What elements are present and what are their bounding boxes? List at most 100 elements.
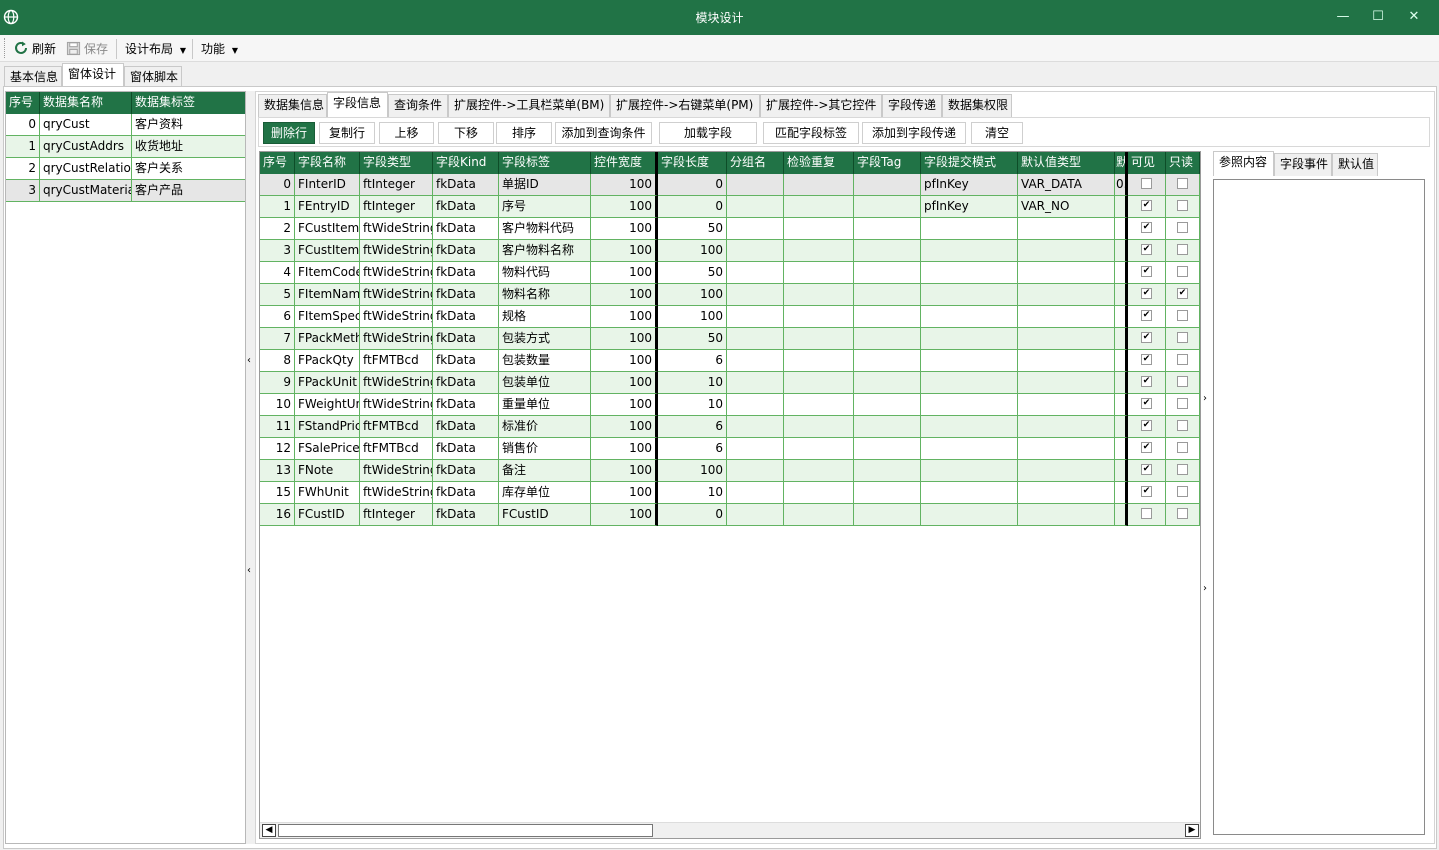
table-row[interactable]: 0 qryCust 客户资料 [6, 114, 245, 136]
inner-tab[interactable]: 扩展控件->右键菜单(PM) [610, 94, 760, 117]
readonly-checkbox[interactable] [1177, 200, 1188, 211]
table-cell[interactable]: fkData [433, 482, 499, 504]
readonly-checkbox[interactable] [1177, 398, 1188, 409]
table-cell[interactable]: ftFMTBcd [360, 438, 433, 460]
table-cell[interactable]: ftWideString [360, 218, 433, 240]
table-cell[interactable]: fkData [433, 174, 499, 196]
checkbox-cell[interactable] [1166, 196, 1200, 218]
table-cell[interactable]: 单据ID [499, 174, 591, 196]
maximize-button[interactable]: ☐ [1361, 0, 1395, 35]
inner-tab[interactable]: 数据集信息 [258, 94, 327, 117]
scrollbar-thumb[interactable] [278, 824, 653, 837]
table-cell[interactable] [1115, 438, 1128, 460]
table-cell[interactable]: ftWideString [360, 306, 433, 328]
readonly-checkbox[interactable] [1177, 508, 1188, 519]
table-cell[interactable] [1115, 350, 1128, 372]
table-row[interactable]: 10FWeightUnitftWideStringfkData重量单位10010… [260, 394, 1200, 416]
column-header[interactable]: 检验重复 [784, 152, 854, 174]
checkbox-cell[interactable] [1166, 372, 1200, 394]
collapse-left-icon[interactable]: ‹ [247, 565, 251, 576]
column-header[interactable]: 数据集名称 [40, 92, 132, 114]
readonly-checkbox[interactable] [1177, 464, 1188, 475]
table-row[interactable]: 13 FNote ftWideString fkData 备注 100 100 ✔ [260, 460, 1200, 482]
table-cell[interactable]: FPackUnit [295, 372, 360, 394]
table-cell[interactable]: 100 [591, 482, 658, 504]
table-cell[interactable]: 100 [591, 438, 658, 460]
table-cell[interactable]: 规格 [499, 306, 591, 328]
action-button[interactable]: 清空 [971, 122, 1023, 144]
table-cell[interactable]: FCustID [499, 504, 591, 526]
action-button[interactable]: 添加到字段传递 [862, 122, 966, 144]
inner-tab[interactable]: 查询条件 [388, 94, 448, 117]
readonly-checkbox[interactable] [1177, 442, 1188, 453]
checkbox-cell[interactable] [1166, 460, 1200, 482]
table-cell[interactable] [854, 482, 921, 504]
table-cell[interactable] [1018, 372, 1115, 394]
table-cell[interactable] [727, 482, 784, 504]
visible-checkbox[interactable]: ✔ [1141, 310, 1152, 321]
table-cell[interactable]: 100 [658, 460, 727, 482]
checkbox-cell[interactable]: ✔ [1128, 284, 1166, 306]
table-cell[interactable]: 2 [260, 218, 295, 240]
column-header[interactable]: 字段Kind [433, 152, 499, 174]
table-cell[interactable] [854, 262, 921, 284]
table-cell[interactable]: 收货地址 [132, 136, 245, 158]
table-cell[interactable]: 6 [658, 438, 727, 460]
column-header[interactable]: 字段提交模式 [921, 152, 1018, 174]
readonly-checkbox[interactable] [1177, 354, 1188, 365]
visible-checkbox[interactable]: ✔ [1141, 464, 1152, 475]
table-row[interactable]: 4 FItemCode ftWideString fkData 物料代码 100 50 ✔ [260, 262, 1200, 284]
table-cell[interactable]: ftWideString [360, 460, 433, 482]
table-cell[interactable]: 6 [658, 416, 727, 438]
table-cell[interactable]: 包装方式 [499, 328, 591, 350]
table-cell[interactable]: ftInteger [360, 504, 433, 526]
visible-checkbox[interactable]: ✔ [1141, 398, 1152, 409]
table-cell[interactable]: ftInteger [360, 196, 433, 218]
table-cell[interactable]: 客户关系 [132, 158, 245, 180]
table-row[interactable]: 3 qryCustMaterial 客户产品 [6, 180, 245, 202]
table-cell[interactable]: fkData [433, 196, 499, 218]
visible-checkbox[interactable]: ✔ [1141, 222, 1152, 233]
table-cell[interactable] [1018, 460, 1115, 482]
visible-checkbox[interactable]: ✔ [1141, 288, 1152, 299]
column-header[interactable]: 字段长度 [658, 152, 727, 174]
table-cell[interactable]: fkData [433, 240, 499, 262]
action-button[interactable]: 上移 [379, 122, 434, 144]
table-cell[interactable] [784, 262, 854, 284]
table-cell[interactable] [727, 416, 784, 438]
table-cell[interactable] [784, 504, 854, 526]
table-cell[interactable]: 标准价 [499, 416, 591, 438]
table-cell[interactable]: 客户产品 [132, 180, 245, 202]
table-cell[interactable]: ftInteger [360, 174, 433, 196]
table-cell[interactable]: 包装单位 [499, 372, 591, 394]
table-cell[interactable]: 100 [591, 504, 658, 526]
refresh-button[interactable]: 刷新 [13, 40, 56, 58]
table-cell[interactable] [784, 482, 854, 504]
table-cell[interactable] [1115, 460, 1128, 482]
column-header[interactable]: 控件宽度 [591, 152, 658, 174]
reference-tab[interactable]: 字段事件 [1274, 153, 1332, 176]
visible-checkbox[interactable] [1141, 508, 1152, 519]
table-cell[interactable] [1018, 218, 1115, 240]
inner-tab[interactable]: 扩展控件->工具栏菜单(BM) [448, 94, 610, 117]
table-cell[interactable] [921, 218, 1018, 240]
table-cell[interactable]: FCustItem [295, 240, 360, 262]
checkbox-cell[interactable] [1166, 174, 1200, 196]
table-cell[interactable] [921, 394, 1018, 416]
table-cell[interactable] [1018, 394, 1115, 416]
table-cell[interactable] [1018, 504, 1115, 526]
table-cell[interactable] [1018, 284, 1115, 306]
table-cell[interactable] [854, 240, 921, 262]
table-cell[interactable] [784, 306, 854, 328]
reference-content[interactable] [1213, 179, 1425, 835]
table-cell[interactable]: 1 [260, 196, 295, 218]
table-cell[interactable] [784, 328, 854, 350]
table-cell[interactable] [921, 328, 1018, 350]
table-cell[interactable] [727, 174, 784, 196]
readonly-checkbox[interactable] [1177, 376, 1188, 387]
checkbox-cell[interactable] [1166, 328, 1200, 350]
table-cell[interactable] [727, 262, 784, 284]
table-cell[interactable] [784, 460, 854, 482]
table-cell[interactable]: 0 [260, 174, 295, 196]
table-cell[interactable] [1115, 306, 1128, 328]
